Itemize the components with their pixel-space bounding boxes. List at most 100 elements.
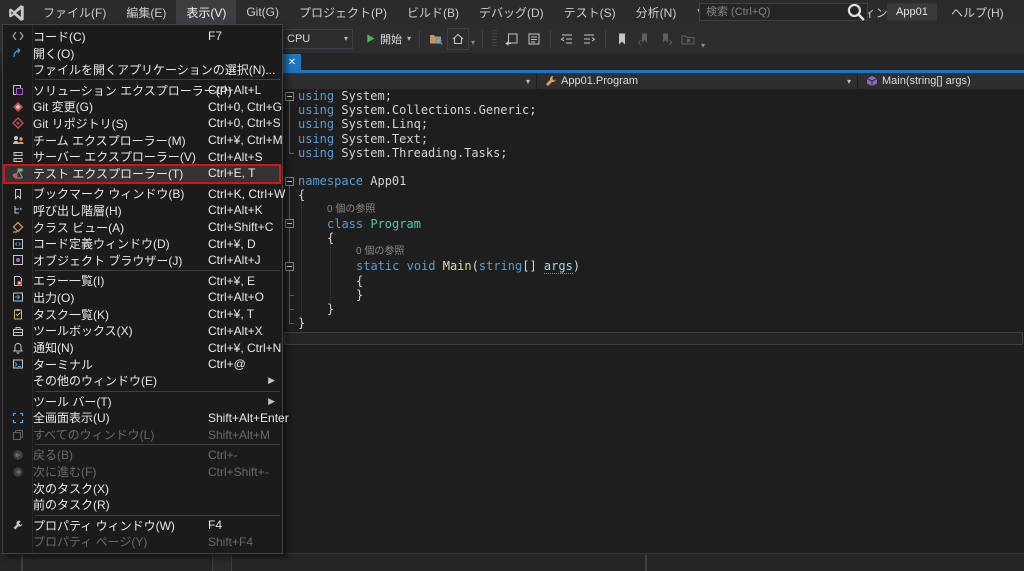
menu-item-label: ファイルを開くアプリケーションの選択(N)... — [33, 61, 275, 78]
menu-item[interactable]: 通知(N)Ctrl+¥, Ctrl+N — [3, 339, 282, 356]
menubar-item[interactable]: デバッグ(D) — [469, 0, 554, 24]
bookmark-window-icon — [7, 188, 29, 200]
menubar-item[interactable]: ビルド(B) — [397, 0, 469, 24]
codelens-references: 0 個の参照 — [298, 245, 404, 259]
toolbox-icon — [7, 325, 29, 337]
menu-item[interactable]: ツール バー(T)▶ — [3, 393, 282, 410]
menu-item[interactable]: ブックマーク ウィンドウ(B)Ctrl+K, Ctrl+W — [3, 185, 282, 202]
menu-item-label: 次に進む(F) — [33, 463, 96, 480]
menu-item-label: Git リポジトリ(S) — [33, 115, 128, 132]
toolbar-overflow-icon[interactable]: ▾ — [699, 41, 707, 50]
menubar-item[interactable]: ヘルプ(H) — [941, 0, 1014, 24]
menubar-item[interactable]: 表示(V) — [176, 0, 236, 24]
type-dropdown[interactable]: App01.Program ▾ — [537, 73, 858, 89]
menu-item[interactable]: エラー一覧(I)Ctrl+¥, E — [3, 272, 282, 289]
menu-item[interactable]: 全画面表示(U)Shift+Alt+Enter — [3, 410, 282, 427]
fullscreen-icon — [7, 412, 29, 424]
menu-item[interactable]: サーバー エクスプローラー(V)Ctrl+Alt+S — [3, 148, 282, 165]
home-button[interactable] — [447, 28, 469, 50]
menu-item[interactable]: 次のタスク(X) — [3, 480, 282, 497]
menu-item: すべてのウィンドウ(L)Shift+Alt+M — [3, 426, 282, 443]
menubar-item[interactable]: Git(G) — [236, 0, 289, 24]
search-icon[interactable] — [845, 4, 867, 20]
menu-item[interactable]: オブジェクト ブラウザー(J)Ctrl+Alt+J — [3, 252, 282, 269]
menu-item[interactable]: Git 変更(G)Ctrl+0, Ctrl+G — [3, 98, 282, 115]
panel-divider — [21, 555, 23, 571]
menu-item[interactable]: ファイルを開くアプリケーションの選択(N)... — [3, 61, 282, 78]
toolbar-drag-handle[interactable] — [492, 30, 497, 48]
home-icon — [451, 32, 465, 46]
play-icon — [365, 33, 376, 44]
code-editor[interactable]: using System;using System.Collections.Ge… — [283, 89, 1024, 332]
menu-item[interactable]: 開く(O) — [3, 45, 282, 62]
visual-studio-window: ファイル(F)編集(E)表示(V)Git(G)プロジェクト(P)ビルド(B)デバ… — [0, 0, 1024, 571]
properties-window-icon — [7, 519, 29, 531]
horizontal-scrollbar[interactable] — [284, 332, 1023, 345]
fold-collapse-box[interactable] — [285, 92, 294, 101]
menu-item[interactable]: Git リポジトリ(S) Ctrl+0, Ctrl+S — [3, 115, 282, 132]
panel-divider — [645, 555, 647, 571]
fold-collapse-box[interactable] — [285, 177, 294, 186]
menu-item[interactable]: ターミナルCtrl+@ — [3, 356, 282, 373]
menu-item-shortcut: Ctrl+0, Ctrl+S — [208, 116, 281, 130]
menu-item[interactable]: その他のウィンドウ(E)▶ — [3, 373, 282, 390]
menu-item[interactable]: プロパティ ウィンドウ(W)F4 — [3, 517, 282, 534]
folder-search-button[interactable] — [425, 28, 447, 50]
window-list-button[interactable] — [523, 28, 545, 50]
menubar-item[interactable]: ファイル(F) — [33, 0, 116, 24]
bookmark-folder-button[interactable] — [677, 28, 699, 50]
search-input[interactable] — [700, 6, 845, 18]
menu-item[interactable]: 前のタスク(R) — [3, 497, 282, 514]
bookmark-prev-button[interactable] — [633, 28, 655, 50]
menu-item[interactable]: タスク一覧(K)Ctrl+¥, T — [3, 306, 282, 323]
fold-collapse-box[interactable] — [285, 219, 294, 228]
menu-item-label: 次のタスク(X) — [33, 480, 109, 497]
menu-item[interactable]: ソリューション エクスプローラー(P)Ctrl+Alt+L — [3, 82, 282, 99]
indent-guide — [359, 287, 360, 290]
menubar-item[interactable]: 編集(E) — [116, 0, 176, 24]
menu-separator — [35, 270, 280, 271]
lines-arrow-right-button[interactable] — [578, 28, 600, 50]
menu-item[interactable]: テスト エクスプローラー(T)Ctrl+E, T — [3, 165, 282, 182]
menu-item[interactable]: コード(C)F7 — [3, 28, 282, 45]
menu-item-label: テスト エクスプローラー(T) — [33, 165, 183, 182]
menu-item-label: 全画面表示(U) — [33, 409, 110, 426]
menu-item[interactable]: 出力(O)Ctrl+Alt+O — [3, 289, 282, 306]
menubar-item[interactable]: プロジェクト(P) — [289, 0, 397, 24]
menubar-item[interactable]: 分析(N) — [626, 0, 687, 24]
menu-item-label: ツール バー(T) — [33, 393, 112, 410]
quick-search-box[interactable] — [699, 3, 868, 21]
chevron-down-icon[interactable]: ▾ — [407, 34, 411, 43]
menu-item-shortcut: Ctrl+Alt+J — [208, 253, 261, 267]
menubar-item[interactable]: テスト(S) — [554, 0, 626, 24]
menu-item[interactable]: 呼び出し階層(H)Ctrl+Alt+K — [3, 202, 282, 219]
solution-platform-combo[interactable]: CPU ▾ — [283, 29, 353, 49]
menu-item-shortcut: Shift+Alt+Enter — [208, 411, 289, 425]
menu-item: 戻る(B)Ctrl+- — [3, 446, 282, 463]
bookmark-next-button[interactable] — [655, 28, 677, 50]
menu-item-shortcut: Ctrl+¥, Ctrl+M — [208, 133, 283, 147]
lines-arrow-left-button[interactable] — [556, 28, 578, 50]
chevron-down-icon: ▾ — [344, 34, 348, 43]
bookmark-folder-icon — [681, 32, 695, 46]
menu-item[interactable]: コード定義ウィンドウ(D)Ctrl+¥, D — [3, 235, 282, 252]
menu-item-label: タスク一覧(K) — [33, 306, 109, 323]
menu-bar: ファイル(F)編集(E)表示(V)Git(G)プロジェクト(P)ビルド(B)デバ… — [0, 0, 1024, 24]
menu-item[interactable]: クラス ビュー(A)Ctrl+Shift+C — [3, 219, 282, 236]
folder-search-icon — [429, 32, 443, 46]
toolbar-separator — [605, 30, 606, 48]
menu-item-shortcut: Ctrl+Alt+K — [208, 203, 263, 217]
start-debug-button[interactable]: 開始 ▾ — [362, 28, 414, 50]
project-dropdown[interactable]: ▾ — [283, 73, 537, 89]
menu-item-shortcut: F7 — [208, 29, 222, 43]
member-dropdown[interactable]: Main(string[] args) — [858, 73, 1024, 89]
fold-collapse-box[interactable] — [285, 262, 294, 271]
tab-close-button[interactable]: ✕ — [283, 54, 301, 71]
window-arrow-button[interactable] — [501, 28, 523, 50]
menu-item[interactable]: ツールボックス(X)Ctrl+Alt+X — [3, 322, 282, 339]
menu-item[interactable]: チーム エクスプローラー(M)Ctrl+¥, Ctrl+M — [3, 132, 282, 149]
outline-guide — [289, 100, 290, 153]
indent-guide — [301, 201, 302, 318]
chevron-down-icon[interactable]: ▾ — [469, 38, 477, 47]
bookmark-button[interactable] — [611, 28, 633, 50]
